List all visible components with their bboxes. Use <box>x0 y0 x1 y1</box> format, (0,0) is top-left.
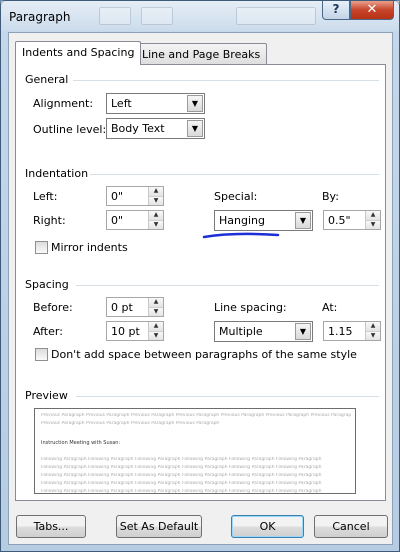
alignment-value: Left <box>111 97 132 110</box>
preview-previous-line: Previous Paragraph Previous Paragraph Pr… <box>41 413 351 418</box>
set-as-default-button[interactable]: Set As Default <box>116 515 202 538</box>
tab-indents-and-spacing[interactable]: Indents and Spacing <box>15 41 142 65</box>
mirror-indents-checkbox[interactable] <box>35 241 48 254</box>
spacing-separator <box>76 285 379 286</box>
at-spinner[interactable]: 1.15 ▲ ▼ <box>323 321 381 341</box>
spinner-buttons: ▲ ▼ <box>365 322 380 340</box>
right-indent-value: 0" <box>111 214 124 227</box>
spinner-buttons: ▲ ▼ <box>148 322 163 340</box>
special-value: Hanging <box>219 214 265 227</box>
spin-up-icon[interactable]: ▲ <box>149 322 163 331</box>
background-toolbar-ghost <box>141 7 173 25</box>
help-button[interactable]: ? <box>322 1 350 20</box>
background-toolbar-ghost <box>99 7 131 25</box>
preview-following-line: Following Paragraph Following Paragraph … <box>41 465 322 470</box>
line-spacing-label: Line spacing: <box>214 301 287 314</box>
spacing-after-value: 10 pt <box>111 325 140 338</box>
line-spacing-select[interactable]: Multiple ▼ <box>214 321 313 342</box>
indentation-heading: Indentation <box>25 167 89 180</box>
spin-down-icon[interactable]: ▼ <box>149 331 163 340</box>
chevron-down-icon[interactable]: ▼ <box>187 95 203 112</box>
preview-following-line: Following Paragraph Following Paragraph … <box>41 457 322 462</box>
spin-down-icon[interactable]: ▼ <box>366 220 380 229</box>
preview-heading: Preview <box>25 389 68 402</box>
spin-up-icon[interactable]: ▲ <box>149 298 163 307</box>
spacing-before-value: 0 pt <box>111 301 133 314</box>
by-value: 0.5" <box>328 214 351 227</box>
outline-level-label: Outline level: <box>33 123 107 136</box>
spacing-after-spinner[interactable]: 10 pt ▲ ▼ <box>106 321 164 341</box>
ok-button[interactable]: OK <box>231 515 304 538</box>
spin-up-icon[interactable]: ▲ <box>149 211 163 220</box>
spin-up-icon[interactable]: ▲ <box>366 322 380 331</box>
left-indent-spinner[interactable]: 0" ▲ ▼ <box>106 186 164 206</box>
general-separator <box>73 80 379 81</box>
after-label: After: <box>33 325 63 338</box>
general-heading: General <box>25 73 69 86</box>
left-indent-value: 0" <box>111 190 124 203</box>
mirror-indents-label[interactable]: Mirror indents <box>51 241 128 254</box>
spin-down-icon[interactable]: ▼ <box>149 220 163 229</box>
close-icon: ✕ <box>366 2 378 17</box>
spinner-buttons: ▲ ▼ <box>365 211 380 229</box>
spin-down-icon[interactable]: ▼ <box>366 331 380 340</box>
special-select[interactable]: Hanging ▼ <box>214 210 313 231</box>
chevron-down-icon[interactable]: ▼ <box>295 212 311 229</box>
spinner-buttons: ▲ ▼ <box>148 187 163 205</box>
tab-label: Indents and Spacing <box>22 46 135 59</box>
help-icon: ? <box>332 2 340 16</box>
outline-level-value: Body Text <box>111 122 165 135</box>
right-indent-spinner[interactable]: 0" ▲ ▼ <box>106 210 164 230</box>
preview-following-line: Following Paragraph Following Paragraph … <box>41 489 322 494</box>
outline-level-select[interactable]: Body Text ▼ <box>106 118 205 139</box>
tab-label: Line and Page Breaks <box>142 48 261 61</box>
spin-down-icon[interactable]: ▼ <box>149 307 163 316</box>
close-button[interactable]: ✕ <box>350 1 394 20</box>
chevron-down-icon[interactable]: ▼ <box>187 120 203 137</box>
dont-add-space-checkbox[interactable] <box>35 348 48 361</box>
dialog-title: Paragraph <box>9 10 71 24</box>
spacing-before-spinner[interactable]: 0 pt ▲ ▼ <box>106 297 164 317</box>
spacing-heading: Spacing <box>25 278 69 291</box>
preview-previous-line: Previous Paragraph Previous Paragraph Pr… <box>41 421 220 426</box>
alignment-label: Alignment: <box>33 97 94 110</box>
spin-up-icon[interactable]: ▲ <box>149 187 163 196</box>
tab-line-and-page-breaks[interactable]: Line and Page Breaks <box>135 43 268 66</box>
cancel-button[interactable]: Cancel <box>314 515 388 538</box>
title-bar[interactable]: Paragraph ? ✕ <box>1 1 399 31</box>
chevron-down-icon[interactable]: ▼ <box>295 323 311 340</box>
spin-down-icon[interactable]: ▼ <box>149 196 163 205</box>
by-spinner[interactable]: 0.5" ▲ ▼ <box>323 210 381 230</box>
dont-add-space-label[interactable]: Don't add space between paragraphs of th… <box>51 348 357 361</box>
spin-up-icon[interactable]: ▲ <box>366 211 380 220</box>
at-value: 1.15 <box>328 325 353 338</box>
at-label: At: <box>322 301 338 314</box>
spinner-buttons: ▲ ▼ <box>148 211 163 229</box>
indentation-separator <box>90 174 379 175</box>
preview-separator <box>76 396 379 397</box>
preview-following-line: Following Paragraph Following Paragraph … <box>41 481 322 486</box>
left-indent-label: Left: <box>33 190 58 203</box>
right-indent-label: Right: <box>33 214 66 227</box>
by-label: By: <box>322 190 339 203</box>
special-label: Special: <box>214 190 258 203</box>
background-toolbar-ghost <box>236 7 316 25</box>
line-spacing-value: Multiple <box>219 325 263 338</box>
hand-drawn-underline <box>202 232 280 239</box>
preview-pane: Previous Paragraph Previous Paragraph Pr… <box>34 408 356 494</box>
spinner-buttons: ▲ ▼ <box>148 298 163 316</box>
dialog-body: Indents and Spacing Line and Page Breaks… <box>8 32 393 545</box>
paragraph-dialog: Paragraph ? ✕ Indents and Spacing Line a… <box>0 0 400 552</box>
before-label: Before: <box>33 301 73 314</box>
preview-sample-text: Instruction Meeting with Susan: <box>41 440 121 446</box>
tabs-button[interactable]: Tabs... <box>16 515 86 538</box>
tab-panel: General Alignment: Left ▼ Outline level:… <box>15 64 386 501</box>
preview-following-line: Following Paragraph Following Paragraph … <box>41 473 322 478</box>
alignment-select[interactable]: Left ▼ <box>106 93 205 114</box>
